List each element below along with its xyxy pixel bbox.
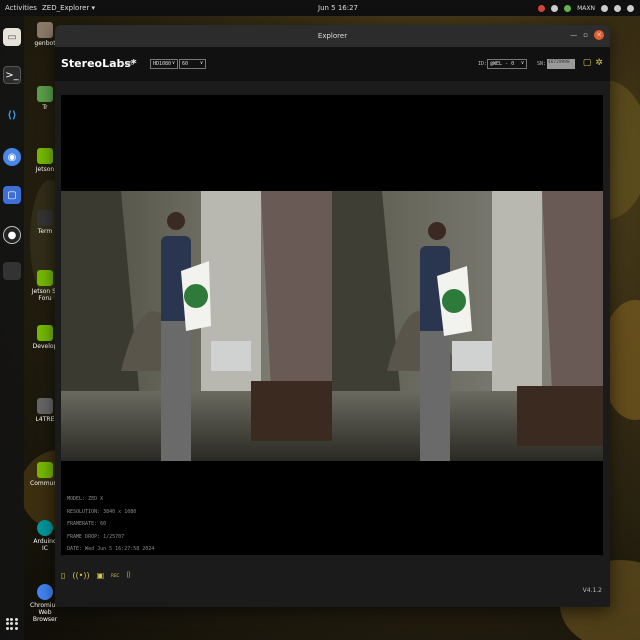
model-info: MODEL: ZED X xyxy=(67,496,104,502)
serial-number-field[interactable]: 46729998 xyxy=(547,59,575,69)
activities-button[interactable]: Activities xyxy=(5,4,37,12)
volume-icon[interactable] xyxy=(614,4,621,12)
chromium-icon[interactable]: ◉ xyxy=(3,148,21,166)
zed-explorer-icon[interactable] xyxy=(3,262,21,280)
chevron-down-icon: ∨ xyxy=(199,60,203,66)
vscode-icon[interactable]: ⟨⟩ xyxy=(3,106,21,124)
stream-icon[interactable]: ((•)) xyxy=(72,571,89,580)
fps-select[interactable]: 60 ∨ xyxy=(179,59,206,69)
framerate-info: FRAMERATE: 60 xyxy=(67,521,107,527)
frame-drop-info: FRAME DROP: 1/25707 xyxy=(67,533,125,540)
record-button-icon[interactable]: ▣ xyxy=(97,571,105,580)
window-titlebar[interactable]: Explorer — ▫ ✕ xyxy=(55,25,610,47)
screenshot-icon[interactable]: ▢ xyxy=(3,186,21,204)
terminal-icon[interactable]: >_ xyxy=(3,66,21,84)
resolution-info: RESOLUTION: 3840 x 1080 xyxy=(67,508,137,515)
camera-snapshot-icon[interactable]: ⌷ xyxy=(126,570,131,580)
system-tray[interactable]: MAXN xyxy=(538,4,634,12)
live-label: LIVE xyxy=(122,61,135,67)
app-header: StereoLabs* LIVE HD1080 ∨ 60 ∨ ID: @WEL - … xyxy=(55,47,610,81)
right-camera-image xyxy=(332,191,603,461)
id-label: ID: xyxy=(478,61,488,67)
recording-indicator-icon[interactable] xyxy=(538,4,546,12)
power-icon[interactable] xyxy=(627,4,634,12)
rec-label: REC xyxy=(111,572,120,578)
close-icon[interactable]: ✕ xyxy=(594,30,604,40)
window-title: Explorer xyxy=(317,32,348,40)
chevron-down-icon: ∨ xyxy=(520,60,524,66)
obs-icon[interactable]: ● xyxy=(3,226,21,244)
files-icon[interactable]: ▭ xyxy=(3,28,21,46)
nvidia-icon[interactable] xyxy=(564,4,572,12)
system-top-bar: Activities ZED_Explorer ▾ Jun 5 16:27 MA… xyxy=(0,0,640,16)
camera-id-select[interactable]: @WEL - 0 ∨ xyxy=(487,59,527,69)
file-icon[interactable]: ▯ xyxy=(61,571,65,580)
version-label: V4.1.2 xyxy=(582,587,602,594)
minimize-icon[interactable]: — xyxy=(570,31,577,39)
show-apps-icon[interactable] xyxy=(6,618,18,630)
camera-info-overlay: MODEL: ZED X RESOLUTION: 3840 x 1080 FRA… xyxy=(67,493,154,556)
clock[interactable]: Jun 5 16:27 xyxy=(318,4,358,12)
date-info: DATE: Wed Jun 5 16:27:58 2024 xyxy=(67,546,155,552)
extension-icon[interactable] xyxy=(551,4,559,12)
chevron-down-icon: ∨ xyxy=(171,60,175,66)
stereo-preview xyxy=(61,191,603,461)
gear-icon[interactable]: ✲ xyxy=(594,58,604,68)
app-menu[interactable]: ZED_Explorer ▾ xyxy=(42,4,95,12)
maximize-icon[interactable]: ▫ xyxy=(583,31,588,39)
network-icon[interactable] xyxy=(601,4,608,12)
sn-label: SN: xyxy=(537,61,547,67)
video-viewer[interactable]: MODEL: ZED X RESOLUTION: 3840 x 1080 FRA… xyxy=(61,95,603,555)
resolution-select[interactable]: HD1080 ∨ xyxy=(150,59,178,69)
left-camera-image xyxy=(61,191,332,461)
dock: ▭ >_ ⟨⟩ ◉ ▢ ● xyxy=(0,16,24,640)
app-footer: ▯ ((•)) ▣ REC ⌷ V4.1.2 xyxy=(55,555,610,607)
power-mode-label[interactable]: MAXN xyxy=(577,5,595,12)
explorer-window: Explorer — ▫ ✕ StereoLabs* LIVE HD1080 ∨ … xyxy=(55,25,610,607)
copy-icon[interactable]: ▢ xyxy=(582,58,592,68)
